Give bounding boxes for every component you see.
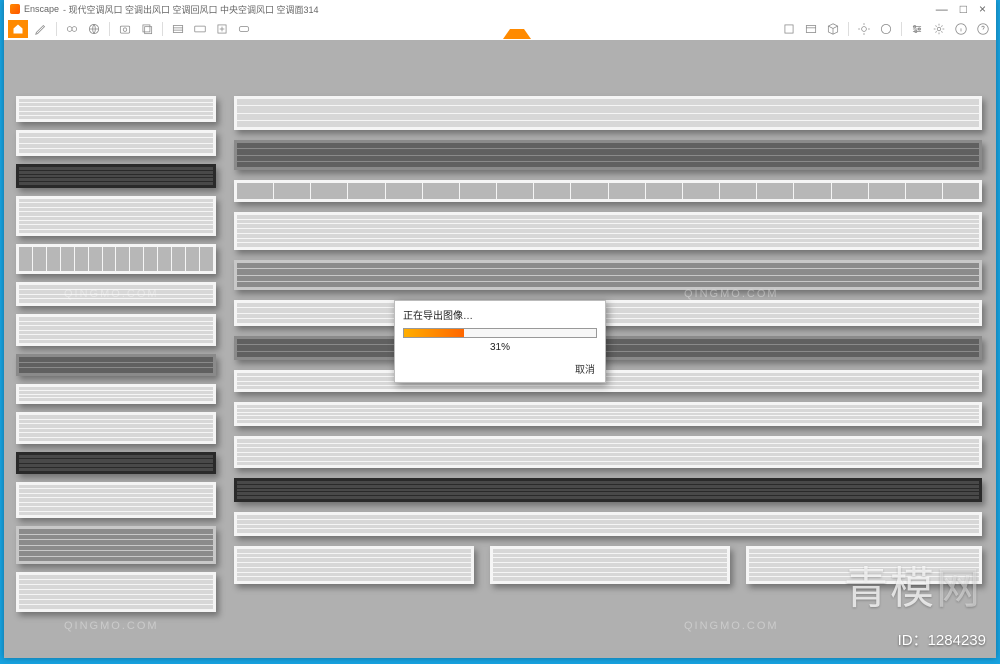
views-icon — [804, 22, 818, 36]
materials-button[interactable] — [877, 20, 895, 38]
close-button[interactable]: × — [979, 2, 986, 16]
vent-model — [16, 130, 216, 156]
sphere-icon — [879, 22, 893, 36]
vr-button[interactable] — [235, 20, 253, 38]
panorama-button[interactable] — [191, 20, 209, 38]
watermark-url: QINGMO.COM — [64, 620, 159, 632]
stack-icon — [140, 22, 154, 36]
export-progress-dialog: 正在导出图像… 31% 取消 — [394, 300, 606, 383]
batch-render-button[interactable] — [138, 20, 156, 38]
vent-model — [16, 572, 216, 612]
toolbar — [4, 18, 996, 41]
dialog-title: 正在导出图像… — [395, 301, 605, 326]
vent-model — [234, 436, 982, 468]
window-title: - 现代空调风口 空调出风口 空调回风口 中央空调风口 空调面314 — [63, 3, 319, 16]
visual-settings-button[interactable] — [908, 20, 926, 38]
help-icon — [976, 22, 990, 36]
vent-model — [234, 546, 474, 584]
separator — [56, 22, 57, 36]
vent-model — [234, 180, 982, 202]
vent-model — [234, 140, 982, 170]
home-icon — [12, 23, 24, 35]
viewport[interactable]: QINGMO.COM QINGMO.COM QINGMO.COM QINGMO.… — [4, 40, 996, 658]
views-button[interactable] — [802, 20, 820, 38]
sliders-icon — [910, 22, 924, 36]
separator — [109, 22, 110, 36]
progress-fill — [404, 329, 464, 337]
globe-button[interactable] — [85, 20, 103, 38]
camera-button[interactable] — [116, 20, 134, 38]
vent-model — [234, 212, 982, 250]
export-icon — [215, 22, 229, 36]
watermark-url: QINGMO.COM — [684, 620, 779, 632]
vent-model — [16, 482, 216, 518]
globe-icon — [87, 22, 101, 36]
vent-model — [234, 370, 982, 392]
app-window: Enscape - 现代空调风口 空调出风口 空调回风口 中央空调风口 空调面3… — [4, 0, 996, 658]
watermark-id: ID：1284239 — [898, 629, 986, 650]
sun-icon — [857, 22, 871, 36]
vent-model — [16, 314, 216, 346]
light-button[interactable] — [855, 20, 873, 38]
vent-model — [234, 336, 982, 360]
orientation-marker-icon — [503, 19, 531, 39]
vent-model — [234, 402, 982, 426]
vent-model — [16, 164, 216, 188]
vent-model — [16, 196, 216, 236]
vent-model — [234, 512, 982, 536]
link-icon — [65, 22, 79, 36]
link-button[interactable] — [63, 20, 81, 38]
video-button[interactable] — [169, 20, 187, 38]
title-bar: Enscape - 现代空调风口 空调出风口 空调回风口 中央空调风口 空调面3… — [4, 0, 996, 18]
vent-model — [16, 244, 216, 274]
vr-icon — [237, 22, 251, 36]
separator — [901, 22, 902, 36]
screenshot-button[interactable] — [780, 20, 798, 38]
gear-icon — [932, 22, 946, 36]
assets-button[interactable] — [824, 20, 842, 38]
minimize-button[interactable]: — — [936, 2, 948, 16]
vent-model — [16, 282, 216, 306]
cube-icon — [826, 22, 840, 36]
film-icon — [171, 22, 185, 36]
home-button[interactable] — [8, 20, 28, 38]
vent-model — [16, 384, 216, 404]
help-button[interactable] — [974, 20, 992, 38]
export-button[interactable] — [213, 20, 231, 38]
vent-model — [746, 546, 982, 584]
info-button[interactable] — [952, 20, 970, 38]
vent-model — [16, 526, 216, 564]
app-logo-icon — [10, 4, 20, 14]
vent-model — [16, 412, 216, 444]
vent-model — [16, 354, 216, 376]
progress-percent: 31% — [395, 340, 605, 357]
cancel-button[interactable]: 取消 — [395, 357, 605, 382]
vent-model — [234, 300, 982, 326]
camera-icon — [118, 22, 132, 36]
vent-model — [234, 96, 982, 130]
vent-model — [234, 478, 982, 502]
panorama-icon — [193, 22, 207, 36]
vent-model — [16, 452, 216, 474]
info-icon — [954, 22, 968, 36]
vent-model — [490, 546, 730, 584]
separator — [162, 22, 163, 36]
vent-model — [16, 96, 216, 122]
separator — [848, 22, 849, 36]
settings-button[interactable] — [930, 20, 948, 38]
vent-model — [234, 260, 982, 290]
maximize-button[interactable]: □ — [960, 2, 967, 16]
app-name: Enscape — [24, 4, 59, 14]
screenshot-icon — [782, 22, 796, 36]
pencil-icon — [34, 22, 48, 36]
progress-bar — [403, 328, 597, 338]
pencil-button[interactable] — [32, 20, 50, 38]
